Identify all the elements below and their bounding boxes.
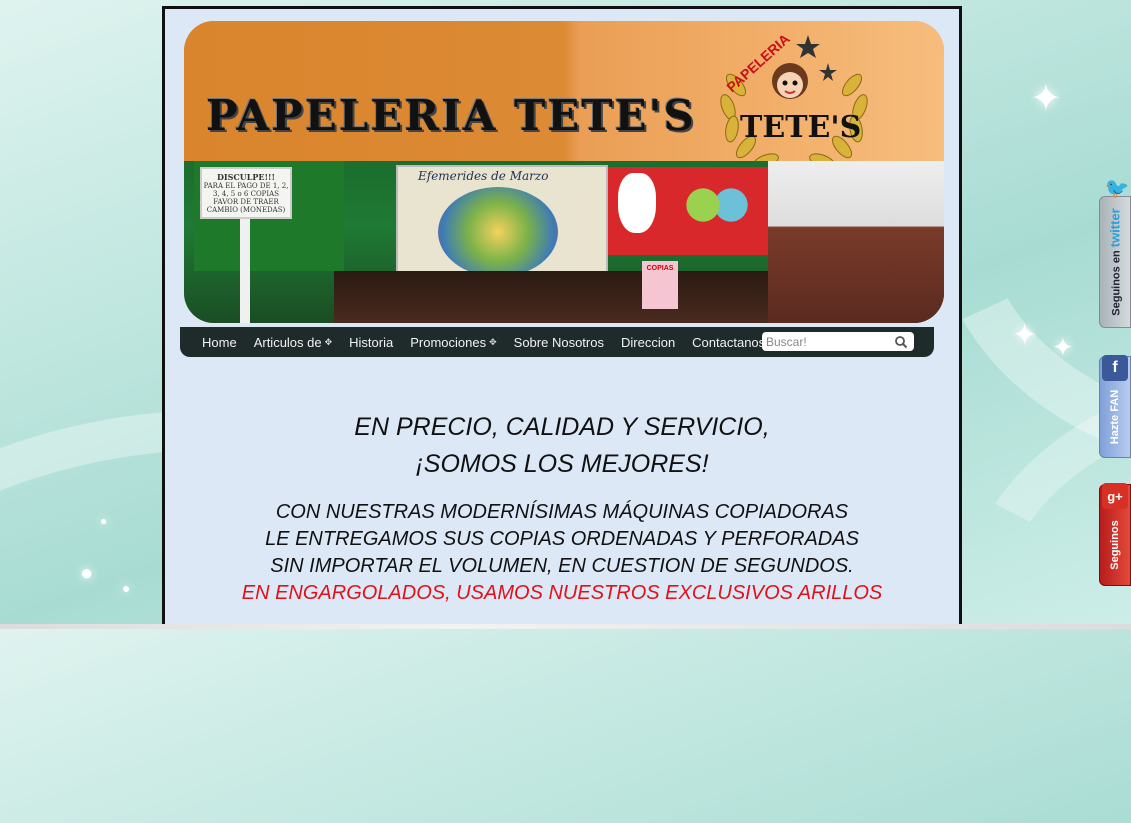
sparkle-icon: ✦ bbox=[1052, 332, 1074, 362]
nav-item-home[interactable]: Home bbox=[202, 335, 237, 350]
submenu-arrow-icon: ✥ bbox=[324, 336, 333, 347]
svg-text:TETE'S: TETE'S bbox=[740, 110, 861, 145]
body-line-highlight: EN ENGARGOLADOS, USAMOS NUESTROS EXCLUSI… bbox=[241, 582, 883, 604]
googleplus-follow-tab[interactable]: g+ Seguinos bbox=[1099, 483, 1131, 586]
store-photo: DISCULPE!!! PARA EL PAGO DE 1, 2, 3, 4, … bbox=[184, 161, 944, 323]
header-banner: PAPELERIA TETE'S PAPELERIA TETE'S DISCUL… bbox=[184, 21, 944, 323]
sparkle-icon: ✦ bbox=[1012, 319, 1038, 352]
nav-item-contactanos[interactable]: Contactanos bbox=[692, 335, 765, 350]
submenu-arrow-icon: ✥ bbox=[489, 336, 497, 347]
twitter-bird-icon: 🐦 bbox=[1104, 177, 1130, 200]
nav-item-historia[interactable]: Historia bbox=[349, 335, 393, 350]
disculpe-sign: DISCULPE!!! PARA EL PAGO DE 1, 2, 3, 4, … bbox=[200, 167, 292, 219]
sparkle-icon: ● bbox=[122, 580, 131, 596]
page-container: PAPELERIA TETE'S PAPELERIA TETE'S DISCUL… bbox=[162, 6, 962, 629]
headline-line: EN PRECIO, CALIDAD Y SERVICIO, bbox=[354, 413, 770, 441]
logo-icon: PAPELERIA TETE'S bbox=[720, 30, 868, 169]
body-line: LE ENTREGAMOS SUS COPIAS ORDENADAS Y PER… bbox=[265, 528, 859, 550]
nav-item-direccion[interactable]: Direccion bbox=[621, 335, 675, 350]
shelf bbox=[334, 271, 768, 323]
facebook-fan-tab[interactable]: f Hazte FAN bbox=[1099, 355, 1131, 458]
nav-item-promociones[interactable]: Promociones ✥ bbox=[410, 335, 496, 350]
main-content: EN PRECIO, CALIDAD Y SERVICIO, ¡SOMOS LO… bbox=[165, 409, 959, 607]
sparkle-icon: ● bbox=[80, 560, 94, 585]
search-box bbox=[762, 332, 914, 351]
body-line: CON NUESTRAS MODERNÍSIMAS MÁQUINAS COPIA… bbox=[275, 501, 849, 523]
search-input[interactable] bbox=[762, 334, 894, 349]
ceiling bbox=[768, 161, 944, 323]
nav-item-articulos[interactable]: Articulos de ✥ bbox=[254, 335, 332, 350]
search-icon[interactable] bbox=[894, 335, 908, 349]
bottom-strip bbox=[0, 624, 1131, 629]
headline-line: ¡SOMOS LOS MEJORES! bbox=[415, 450, 709, 478]
sparkle-icon: ● bbox=[100, 514, 108, 528]
twitter-follow-tab[interactable]: 🐦 Seguinos en twitter bbox=[1099, 178, 1131, 328]
body-line: SIN IMPORTAR EL VOLUMEN, EN CUESTION DE … bbox=[270, 555, 854, 577]
facebook-icon: f bbox=[1102, 355, 1128, 381]
googleplus-icon: g+ bbox=[1102, 483, 1128, 509]
nav-item-sobre-nosotros[interactable]: Sobre Nosotros bbox=[514, 335, 604, 350]
main-nav: Home Articulos de ✥ Historia Promociones ✥… bbox=[180, 327, 934, 357]
banner-top: PAPELERIA TETE'S PAPELERIA TETE'S bbox=[184, 21, 944, 169]
sparkle-icon: ✦ bbox=[1030, 78, 1062, 120]
copias-sign: COPIAS bbox=[642, 261, 678, 309]
red-poster bbox=[608, 167, 768, 255]
site-title: PAPELERIA TETE'S bbox=[206, 91, 696, 140]
sign-pole bbox=[240, 219, 250, 323]
